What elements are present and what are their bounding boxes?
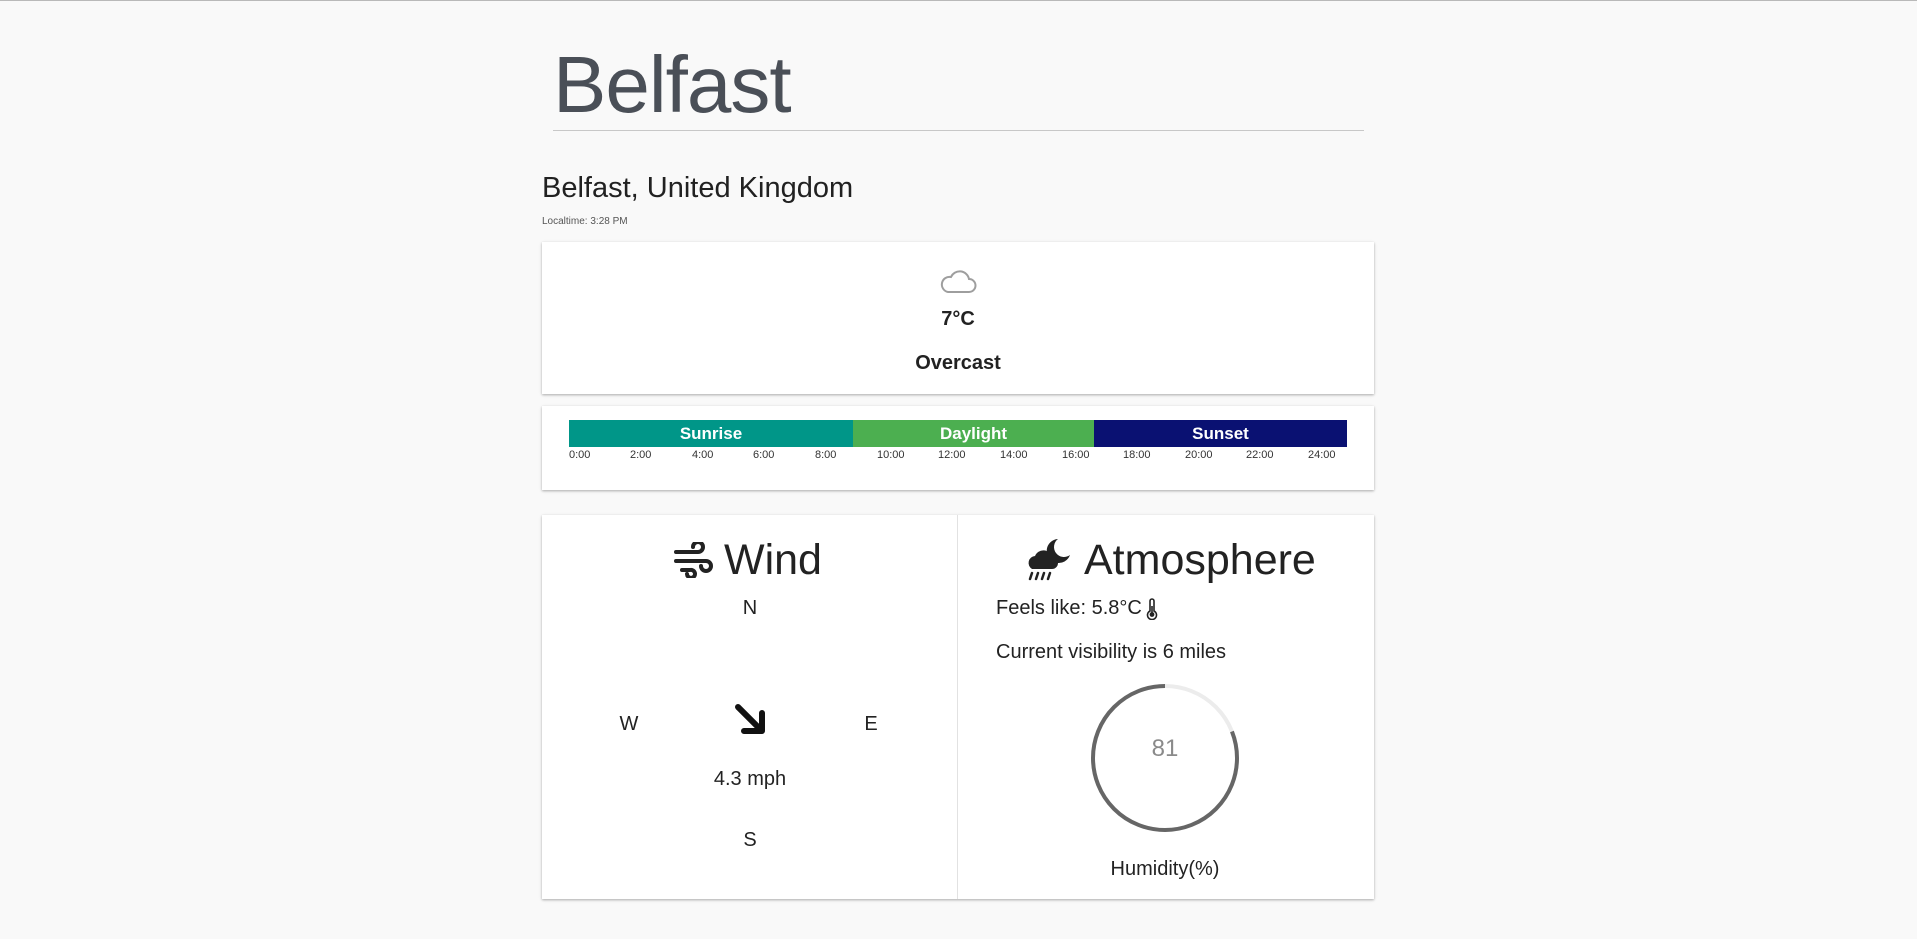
temperature: 7°C — [941, 308, 975, 330]
tick-label: 22:00 — [1246, 449, 1274, 461]
location-name: Belfast, United Kingdom — [542, 172, 854, 204]
wind-heading-label: Wind — [724, 535, 822, 584]
wind-heading: Wind — [674, 535, 822, 585]
night-rain-icon — [1028, 539, 1070, 581]
tick-label: 0:00 — [569, 449, 591, 461]
thermometer-icon — [1146, 597, 1158, 620]
tick-label: 14:00 — [1000, 449, 1028, 461]
condition: Overcast — [915, 352, 1001, 374]
title-divider — [553, 130, 1364, 131]
tick-label: 12:00 — [938, 449, 966, 461]
tick-label: 2:00 — [630, 449, 652, 461]
wind-icon — [674, 542, 713, 578]
compass-north: N — [742, 597, 758, 619]
page-title: Belfast — [553, 40, 792, 129]
tick-label: 10:00 — [877, 449, 905, 461]
top-border — [0, 0, 1917, 1]
day-timeline-card: Sunrise Daylight Sunset 0:00 2:00 4:00 6… — [542, 406, 1374, 490]
cloud-icon — [940, 270, 977, 293]
wind-speed: 4.3 mph — [713, 768, 787, 790]
sunset-segment: Sunset — [1094, 420, 1347, 447]
compass-south: S — [743, 829, 757, 851]
humidity-value: 81 — [1151, 735, 1179, 762]
localtime: Localtime: 3:28 PM — [542, 216, 628, 227]
tick-label: 6:00 — [753, 449, 775, 461]
tick-label: 8:00 — [815, 449, 837, 461]
current-conditions-card: 7°C Overcast — [542, 242, 1374, 394]
humidity-label: Humidity(%) — [1110, 858, 1220, 880]
sunrise-segment: Sunrise — [569, 420, 853, 447]
daylight-segment: Daylight — [853, 420, 1094, 447]
tick-label: 24:00 — [1308, 449, 1336, 461]
feels-like: Feels like: 5.8°C — [996, 597, 1158, 620]
timeline-ticks: 0:00 2:00 4:00 6:00 8:00 10:00 12:00 14:… — [569, 449, 1347, 463]
arrow-down-right-icon — [735, 704, 765, 734]
tick-label: 4:00 — [692, 449, 714, 461]
visibility: Current visibility is 6 miles — [996, 641, 1227, 663]
compass-east: E — [864, 713, 878, 735]
tick-label: 20:00 — [1185, 449, 1213, 461]
details-card: Wind N S W E 4.3 mph Atmosphere Feels li… — [542, 515, 1374, 899]
atmosphere-heading-label: Atmosphere — [1084, 535, 1316, 584]
tick-label: 16:00 — [1062, 449, 1090, 461]
feels-like-text: Feels like: 5.8°C — [996, 597, 1142, 619]
day-timeline-bar: Sunrise Daylight Sunset — [569, 420, 1347, 447]
column-divider — [957, 515, 958, 899]
compass-west: W — [619, 713, 639, 735]
atmosphere-heading: Atmosphere — [1022, 535, 1316, 585]
tick-label: 18:00 — [1123, 449, 1151, 461]
